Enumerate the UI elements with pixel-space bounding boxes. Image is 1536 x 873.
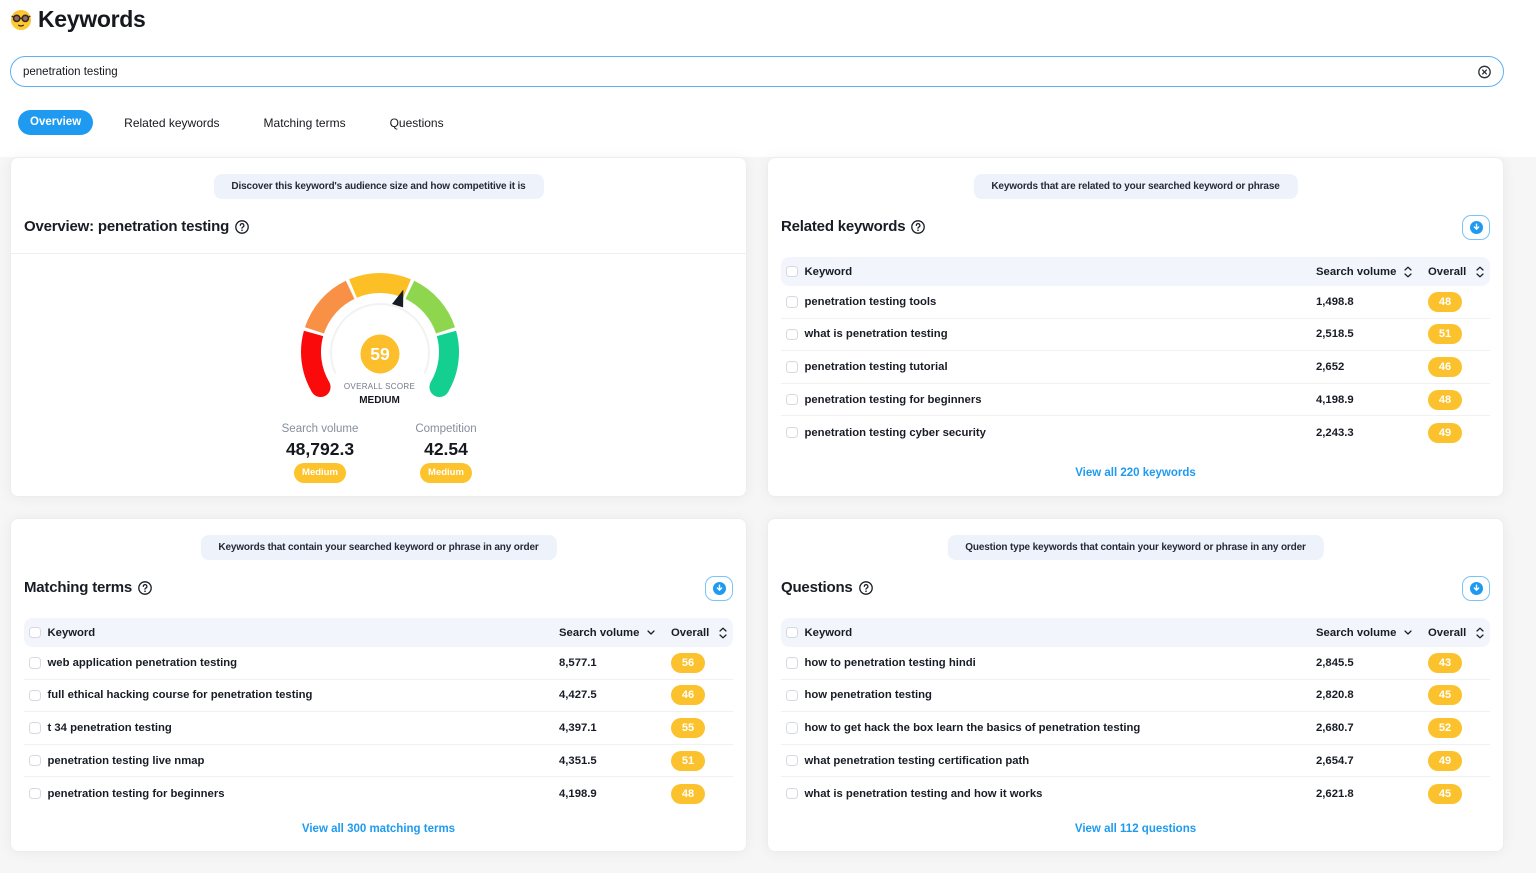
svg-text:59: 59 (370, 344, 390, 364)
